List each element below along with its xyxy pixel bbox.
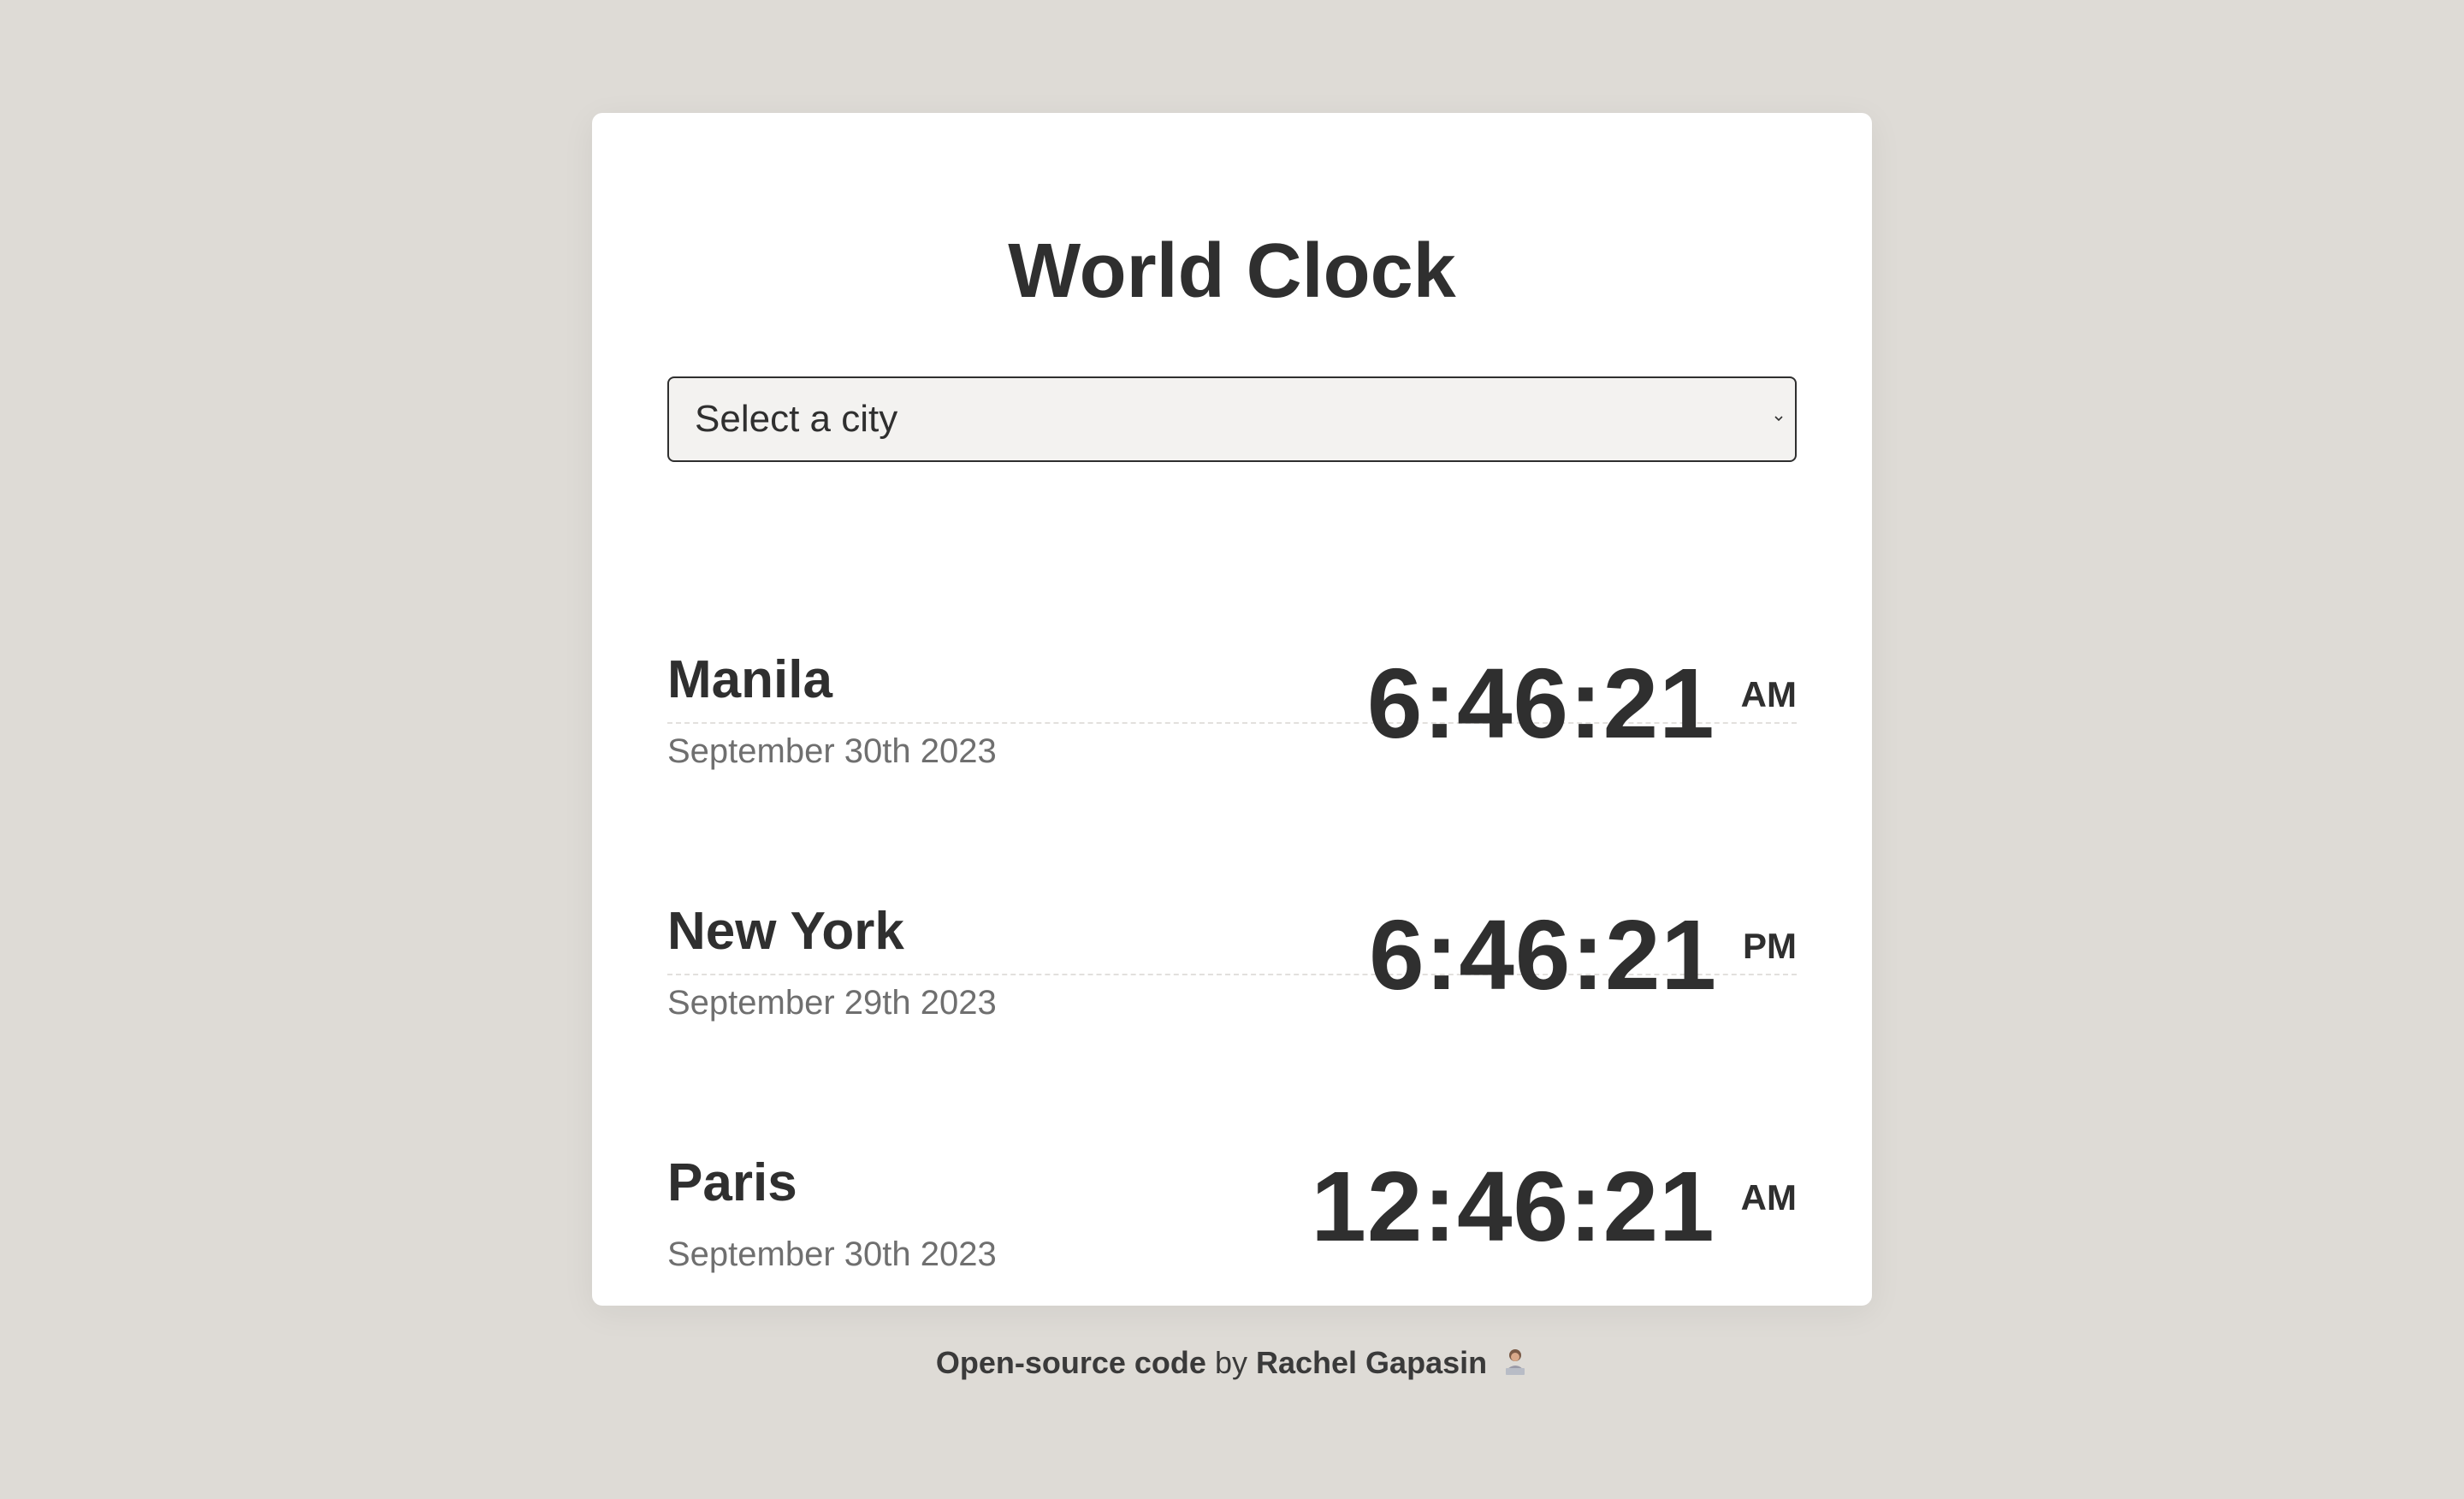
- footer-by-text: by: [1214, 1345, 1247, 1380]
- time-digits: 6:46:21: [1369, 899, 1717, 1010]
- city-name: Paris: [667, 1153, 797, 1212]
- time-digits: 12:46:21: [1311, 1151, 1715, 1262]
- city-row-manila: Manila September 30th 2023 6:46:21 AM: [667, 534, 1797, 768]
- author-link[interactable]: Rachel Gapasin: [1256, 1345, 1487, 1380]
- city-date: September 30th 2023: [667, 1235, 997, 1273]
- open-source-code-link[interactable]: Open-source code: [936, 1345, 1206, 1380]
- time-ampm: AM: [1740, 674, 1797, 714]
- city-date: September 30th 2023: [667, 732, 997, 770]
- city-select[interactable]: Select a city: [667, 376, 1797, 462]
- city-time: 12:46:21 AM: [1311, 1157, 1797, 1256]
- city-row-new-york: New York September 29th 2023 6:46:21 PM: [667, 785, 1797, 1020]
- page-title: World Clock: [1008, 228, 1456, 314]
- city-name: New York: [667, 902, 904, 961]
- chevron-down-icon: [1774, 416, 1783, 422]
- time-ampm: AM: [1740, 1177, 1797, 1218]
- world-clock-card: World Clock Select a city Manila Septemb…: [592, 113, 1872, 1306]
- city-date: September 29th 2023: [667, 984, 997, 1022]
- city-select-value: Select a city: [695, 398, 898, 440]
- time-digits: 6:46:21: [1366, 648, 1715, 759]
- city-name: Manila: [667, 650, 832, 709]
- city-time: 6:46:21 AM: [1367, 654, 1797, 753]
- footer: Open-source code by Rachel Gapasin: [0, 1345, 2464, 1381]
- city-row-paris: Paris September 30th 2023 12:46:21 AM: [667, 1037, 1797, 1272]
- time-ampm: PM: [1743, 926, 1797, 966]
- city-time: 6:46:21 PM: [1369, 905, 1797, 1004]
- person-at-laptop-emoji-icon: [1506, 1349, 1525, 1375]
